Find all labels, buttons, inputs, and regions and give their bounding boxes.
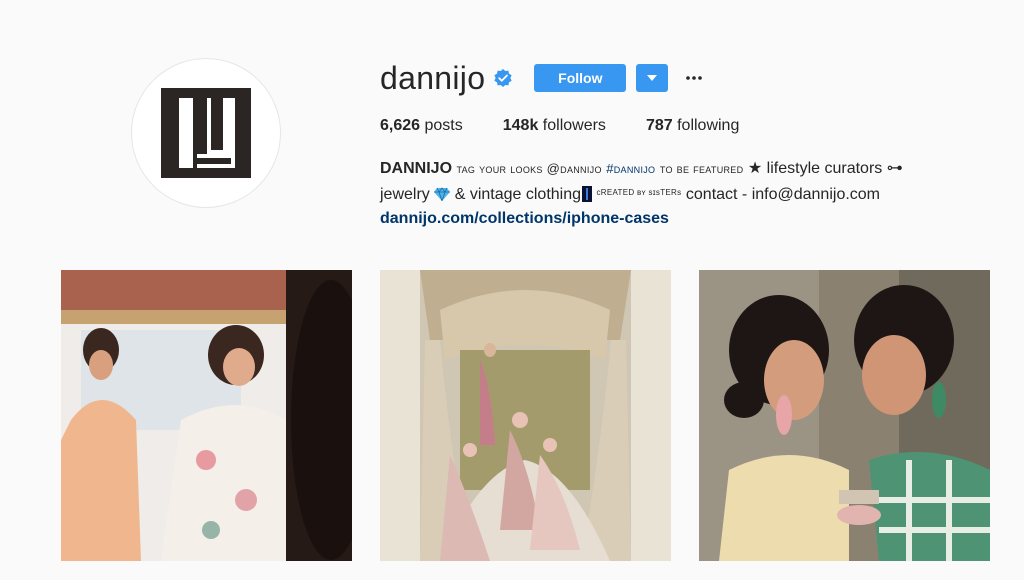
follow-button[interactable]: Follow bbox=[534, 64, 627, 92]
followers-stat[interactable]: 148k followers bbox=[503, 117, 606, 135]
following-label: following bbox=[677, 117, 740, 134]
bio-text-3: lifestyle curators ⊶ bbox=[766, 160, 903, 177]
post-thumbnail-3[interactable] bbox=[699, 270, 990, 561]
caret-down-icon bbox=[647, 75, 658, 81]
username: dannijo bbox=[380, 59, 486, 96]
following-stat[interactable]: 787 following bbox=[646, 117, 739, 135]
followers-count: 148k bbox=[502, 117, 539, 134]
ellipsis-icon bbox=[686, 76, 703, 80]
bio-name: DANNIJO bbox=[380, 160, 453, 177]
post-image-1 bbox=[61, 270, 352, 561]
bio-hashtag[interactable]: #dannijo bbox=[606, 161, 655, 176]
bio-text-1: tag your looks @dannijo bbox=[456, 161, 602, 176]
gem-icon bbox=[434, 187, 451, 201]
book-icon bbox=[582, 186, 593, 202]
followers-label: followers bbox=[542, 117, 606, 134]
bio-jewelry: jewelry bbox=[380, 186, 430, 203]
star-icon: ★ bbox=[747, 160, 763, 177]
profile-stats: 6,626 posts 148k followers 787 following bbox=[380, 117, 1000, 135]
bio-created-by: ᴄREATED ʙʏ sɪsTERs bbox=[596, 188, 682, 197]
avatar[interactable] bbox=[131, 58, 281, 208]
profile-header: dannijo Follow 6,626 posts 148k follower… bbox=[380, 58, 1000, 231]
bio-contact: contact - info@dannijo.com bbox=[685, 186, 881, 203]
dannijo-logo bbox=[161, 88, 251, 178]
post-image-2 bbox=[380, 270, 671, 561]
post-image-3 bbox=[699, 270, 990, 561]
more-options-button[interactable] bbox=[682, 64, 706, 92]
profile-website-link[interactable]: dannijo.com/collections/iphone-cases bbox=[380, 207, 980, 231]
following-count: 787 bbox=[645, 117, 673, 134]
post-thumbnail-1[interactable] bbox=[61, 270, 352, 561]
posts-grid bbox=[61, 270, 990, 561]
post-thumbnail-2[interactable] bbox=[380, 270, 671, 561]
posts-stat: 6,626 posts bbox=[380, 117, 463, 135]
suggestions-dropdown-button[interactable] bbox=[636, 64, 669, 92]
posts-count: 6,626 bbox=[380, 117, 421, 134]
verified-badge-icon bbox=[494, 69, 512, 87]
bio-text-2: to be featured bbox=[659, 161, 744, 176]
title-row: dannijo Follow bbox=[380, 58, 1000, 98]
bio: DANNIJO tag your looks @dannijo #dannijo… bbox=[380, 157, 980, 231]
posts-label: posts bbox=[424, 117, 463, 134]
bio-vintage: & vintage clothing bbox=[454, 186, 582, 203]
